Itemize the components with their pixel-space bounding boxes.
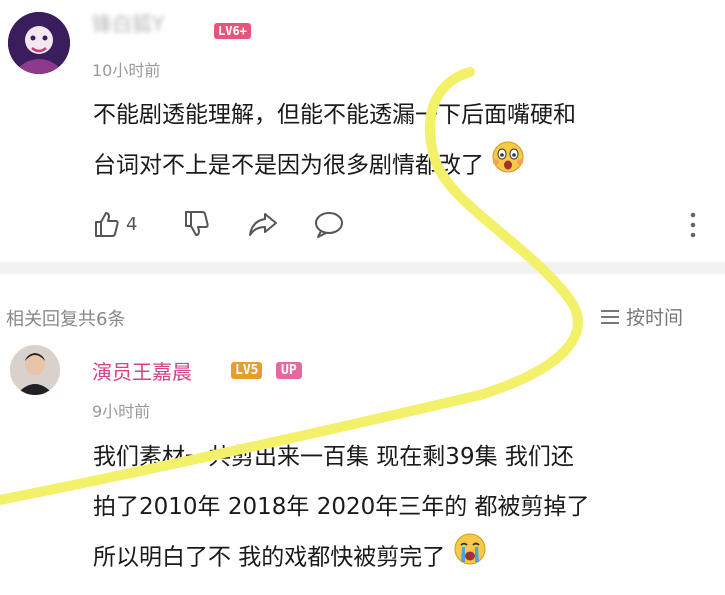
sort-button[interactable]: 按时间: [600, 303, 683, 330]
like-count: 4: [126, 214, 138, 235]
sort-icon: [601, 309, 619, 324]
share-icon: [249, 213, 277, 236]
comment-text-line-2: 台词对不上是不是因为很多剧情都改了: [93, 140, 713, 192]
like-button[interactable]: 4: [90, 208, 137, 240]
more-button[interactable]: [686, 210, 700, 244]
shocked-emoji-icon: [491, 140, 525, 192]
comment-text-line: 台词对不上是不是因为很多剧情都改了: [93, 152, 484, 179]
reply-time: 9小时前: [92, 402, 151, 421]
reply-button[interactable]: [312, 208, 346, 240]
dislike-button[interactable]: [180, 208, 212, 240]
section-divider: [0, 262, 725, 274]
reply-username[interactable]: 演员王嘉晨: [92, 356, 192, 385]
comment-icon: [315, 212, 343, 238]
comment-text: 不能剧透能理解，但能不能透漏一下后面嘴硬和 台词对不上是不是因为很多剧情都改了: [93, 90, 713, 192]
comment-time: 10小时前: [92, 61, 161, 80]
reply-text: 我们素材一共剪出来一百集 现在剩39集 我们还 拍了2010年 2018年 20…: [93, 432, 693, 584]
replies-count: 相关回复共6条: [6, 309, 126, 330]
sort-label: 按时间: [626, 307, 684, 329]
avatar[interactable]: [8, 12, 70, 74]
crying-emoji-icon: [453, 532, 487, 584]
comment-text-line: 不能剧透能理解，但能不能透漏一下后面嘴硬和: [93, 102, 576, 128]
reply-text-line: 所以明白了不 我的戏都快被剪完了: [93, 544, 446, 571]
more-icon: [690, 212, 696, 238]
level-badge: LV5: [231, 362, 263, 379]
reply-text-line: 我们素材一共剪出来一百集 现在剩39集 我们还: [93, 444, 574, 470]
like-icon: [95, 212, 119, 237]
reply-text-line-3: 所以明白了不 我的戏都快被剪完了: [93, 532, 693, 584]
reply-text-line: 拍了2010年 2018年 2020年三年的 都被剪掉了: [93, 494, 590, 520]
up-badge: UP: [276, 362, 302, 379]
comment-username[interactable]: 锋白狐Y: [92, 8, 164, 37]
dislike-icon: [185, 211, 209, 236]
share-button[interactable]: [246, 208, 280, 240]
level-badge: LV6+: [214, 23, 251, 39]
reply-avatar[interactable]: [10, 345, 60, 395]
